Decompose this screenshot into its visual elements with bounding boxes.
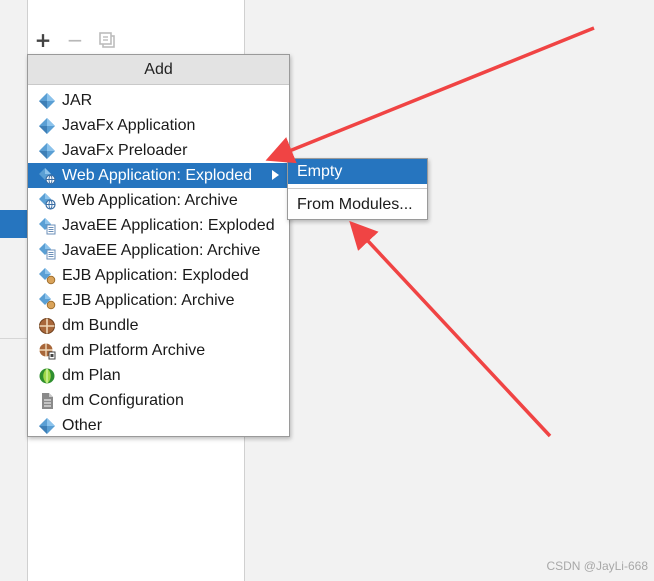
add-artifact-menu: Add JAR JavaFx Application JavaFx Preloade… — [27, 54, 290, 437]
dm-platform-archive-icon — [37, 341, 57, 361]
ejb-artifact-icon — [37, 266, 57, 286]
menu-item-web-application-archive[interactable]: Web Application: Archive — [28, 188, 289, 213]
artifact-diamond-icon — [37, 416, 57, 436]
dm-plan-icon — [37, 366, 57, 386]
submenu-separator — [288, 188, 427, 189]
artifact-diamond-icon — [37, 141, 57, 161]
submenu-item-empty[interactable]: Empty — [288, 159, 427, 184]
dm-bundle-icon — [37, 316, 57, 336]
submenu-arrow-icon — [272, 170, 279, 180]
menu-item-label: JAR — [62, 91, 93, 109]
menu-item-label: dm Configuration — [62, 391, 184, 409]
javaee-artifact-icon — [37, 216, 57, 236]
menu-item-label: EJB Application: Exploded — [62, 266, 249, 284]
menu-item-dm-configuration[interactable]: dm Configuration — [28, 388, 289, 413]
menu-item-javafx-application[interactable]: JavaFx Application — [28, 113, 289, 138]
artifact-toolbar: + − — [30, 28, 120, 52]
javaee-artifact-icon — [37, 241, 57, 261]
artifact-diamond-icon — [37, 91, 57, 111]
menu-item-javafx-preloader[interactable]: JavaFx Preloader — [28, 138, 289, 163]
menu-item-label: Web Application: Exploded — [62, 166, 253, 184]
menu-item-ejb-application-exploded[interactable]: EJB Application: Exploded — [28, 263, 289, 288]
menu-item-label: Other — [62, 416, 103, 434]
web-artifact-icon — [37, 166, 57, 186]
left-selected-row[interactable] — [0, 210, 27, 238]
left-strip — [0, 0, 28, 581]
menu-item-label: JavaFx Application — [62, 116, 196, 134]
menu-item-label: EJB Application: Archive — [62, 291, 235, 309]
menu-header: Add — [28, 55, 289, 85]
left-divider — [0, 338, 27, 339]
web-exploded-submenu: Empty From Modules... — [287, 158, 428, 220]
menu-item-jar[interactable]: JAR — [28, 88, 289, 113]
details-area — [245, 0, 654, 581]
menu-item-other[interactable]: Other — [28, 413, 289, 438]
ejb-artifact-icon — [37, 291, 57, 311]
menu-list: JAR JavaFx Application JavaFx Preloader Web… — [28, 85, 289, 438]
menu-item-dm-plan[interactable]: dm Plan — [28, 363, 289, 388]
dm-configuration-icon — [37, 391, 57, 411]
menu-item-javaee-application-exploded[interactable]: JavaEE Application: Exploded — [28, 213, 289, 238]
menu-item-label: dm Platform Archive — [62, 341, 206, 359]
watermark: CSDN @JayLi-668 — [546, 559, 648, 573]
artifact-diamond-icon — [37, 116, 57, 136]
menu-item-label: JavaEE Application: Archive — [62, 241, 261, 259]
web-artifact-icon — [37, 191, 57, 211]
copy-icon[interactable] — [94, 28, 120, 52]
minus-icon[interactable]: − — [62, 28, 88, 52]
submenu-item-from-modules[interactable]: From Modules... — [288, 192, 427, 217]
menu-item-label: JavaEE Application: Exploded — [62, 216, 275, 234]
menu-item-dm-bundle[interactable]: dm Bundle — [28, 313, 289, 338]
menu-item-ejb-application-archive[interactable]: EJB Application: Archive — [28, 288, 289, 313]
menu-item-web-application-exploded[interactable]: Web Application: Exploded — [28, 163, 289, 188]
menu-item-label: JavaFx Preloader — [62, 141, 188, 159]
menu-item-label: dm Bundle — [62, 316, 139, 334]
menu-item-label: Web Application: Archive — [62, 191, 238, 209]
menu-item-dm-platform-archive[interactable]: dm Platform Archive — [28, 338, 289, 363]
plus-icon[interactable]: + — [30, 28, 56, 52]
menu-item-javaee-application-archive[interactable]: JavaEE Application: Archive — [28, 238, 289, 263]
menu-item-label: dm Plan — [62, 366, 121, 384]
